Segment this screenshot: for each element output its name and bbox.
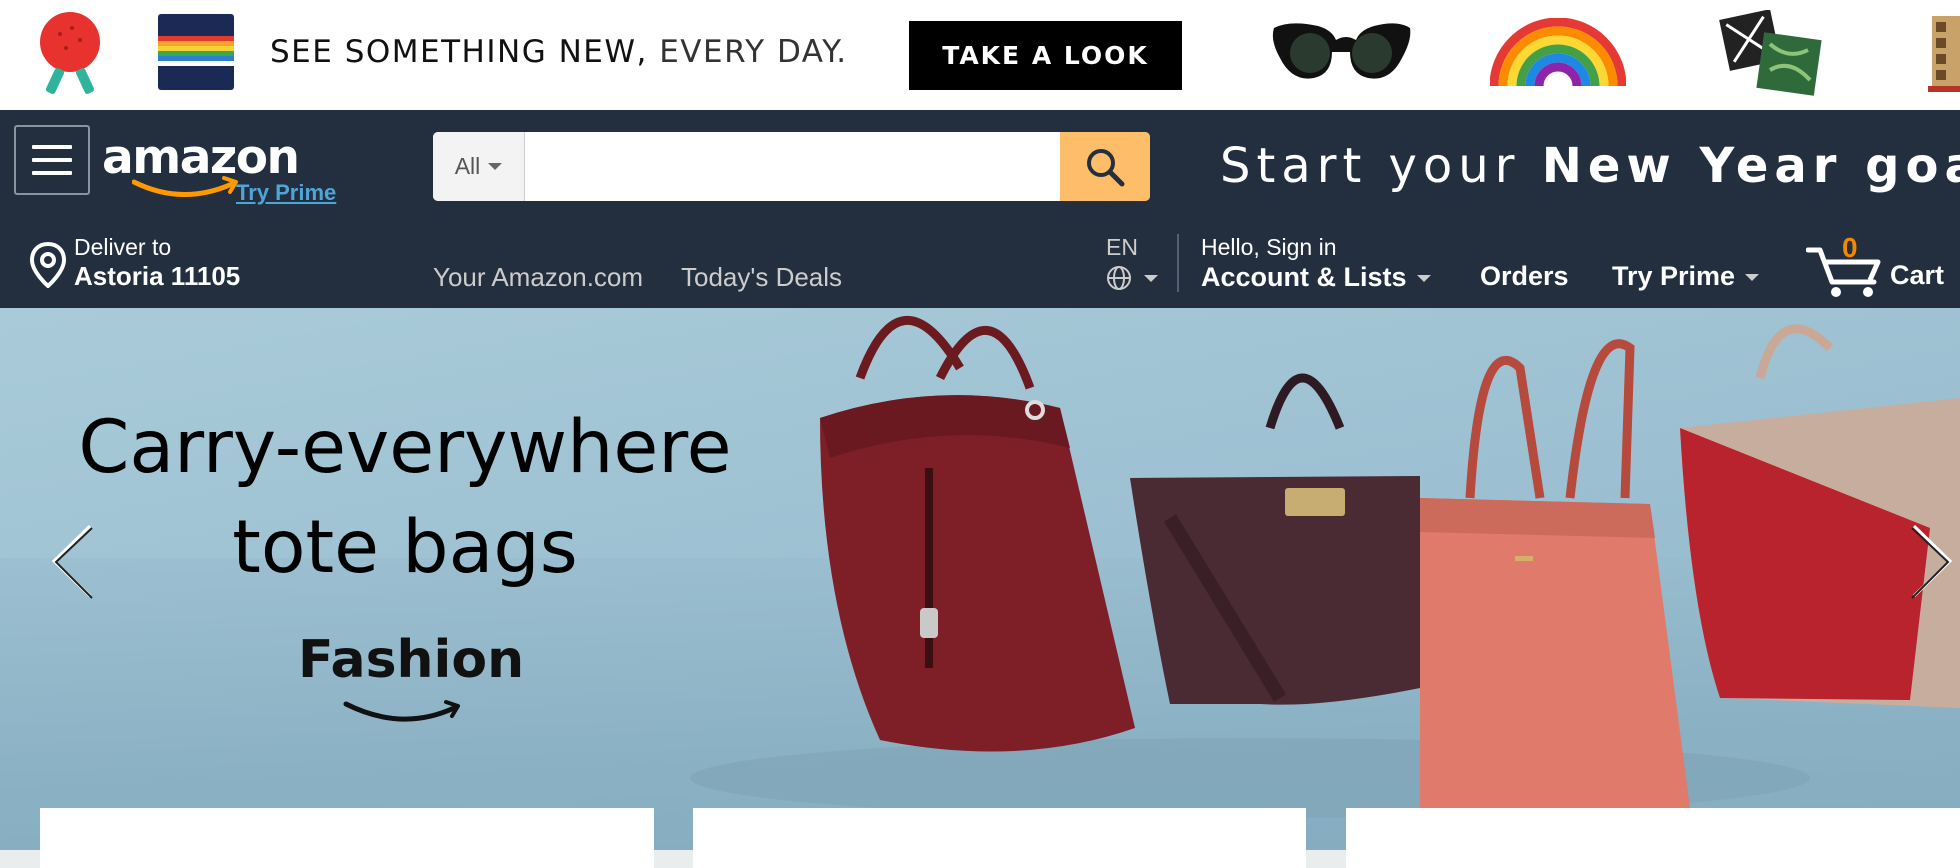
nav-header: amazon Try Prime All Start your New Year… bbox=[0, 110, 1960, 220]
nav-divider bbox=[1177, 234, 1179, 292]
chevron-left-icon[interactable] bbox=[44, 516, 104, 606]
chevron-right-icon[interactable] bbox=[1900, 516, 1960, 606]
promo-headline: SEE SOMETHING NEW, EVERY DAY. bbox=[270, 34, 848, 70]
search-bar: All bbox=[433, 132, 1150, 201]
striped-towel-product-image[interactable] bbox=[158, 14, 234, 90]
cart-count: 0 bbox=[1842, 232, 1858, 263]
deliver-to-label: Deliver to bbox=[74, 234, 172, 260]
account-greeting: Hello, Sign in bbox=[1201, 234, 1337, 260]
pillows-product-image[interactable] bbox=[1718, 10, 1826, 96]
deliver-location: Astoria 11105 bbox=[74, 261, 241, 291]
nav-subheader: Deliver to Astoria 11105 Your Amazon.com… bbox=[0, 220, 1960, 308]
chevron-down-icon bbox=[1416, 275, 1431, 283]
location-pin-icon bbox=[30, 242, 66, 288]
promo-banner[interactable]: SEE SOMETHING NEW, EVERY DAY. TAKE A LOO… bbox=[0, 0, 1960, 110]
paddle-product-image[interactable] bbox=[30, 8, 110, 98]
globe-icon bbox=[1107, 266, 1131, 290]
hero-title-line1: Carry-everywhere bbox=[78, 405, 732, 490]
amazon-logo[interactable]: amazon Try Prime bbox=[102, 120, 342, 210]
content-card[interactable] bbox=[1346, 808, 1960, 868]
hero-carousel[interactable]: Carry-everywhere tote bags Fashion bbox=[0, 308, 1960, 850]
chevron-down-icon bbox=[488, 163, 503, 170]
content-card[interactable] bbox=[693, 808, 1306, 868]
search-input[interactable] bbox=[525, 132, 1060, 201]
try-prime-menu[interactable]: Try Prime bbox=[1612, 261, 1760, 292]
chevron-down-icon bbox=[1144, 274, 1158, 282]
hero-title-line2: tote bags bbox=[232, 505, 578, 590]
promo-headline-bold: SEE SOMETHING NEW, bbox=[270, 34, 648, 70]
account-label: Account & Lists bbox=[1201, 262, 1407, 292]
account-menu[interactable]: Hello, Sign in Account & Lists bbox=[1201, 234, 1431, 293]
nav-link-your-amazon[interactable]: Your Amazon.com bbox=[433, 262, 643, 293]
hero-title: Carry-everywhere tote bags bbox=[0, 398, 810, 598]
magnifier-icon bbox=[1087, 148, 1125, 186]
chevron-down-icon bbox=[1745, 274, 1760, 282]
sunglasses-product-image[interactable] bbox=[1270, 18, 1412, 88]
search-button[interactable] bbox=[1060, 132, 1150, 201]
amazon-smile-icon bbox=[343, 700, 460, 722]
amazon-smile-icon bbox=[132, 176, 238, 197]
cart-button[interactable]: 0 Cart bbox=[1806, 232, 1956, 302]
try-prime-link[interactable]: Try Prime bbox=[236, 180, 336, 206]
language-selector[interactable]: EN bbox=[1106, 234, 1158, 291]
deliver-to-location[interactable]: Deliver to Astoria 11105 bbox=[30, 234, 240, 292]
rainbow-product-image[interactable] bbox=[1490, 18, 1626, 88]
slogan-bold: New Year goals bbox=[1541, 138, 1960, 194]
hero-brand: Fashion bbox=[298, 630, 525, 690]
promo-headline-light: EVERY DAY. bbox=[647, 34, 848, 70]
orders-link[interactable]: Orders bbox=[1480, 261, 1569, 292]
new-year-promo-slogan[interactable]: Start your New Year goals bbox=[1220, 138, 1960, 194]
search-category-dropdown[interactable]: All bbox=[433, 132, 525, 201]
language-code: EN bbox=[1106, 234, 1138, 260]
content-card[interactable] bbox=[40, 808, 654, 868]
take-a-look-button[interactable]: TAKE A LOOK bbox=[909, 21, 1182, 90]
game-board-product-image[interactable] bbox=[1928, 14, 1960, 94]
nav-link-todays-deals[interactable]: Today's Deals bbox=[681, 262, 842, 293]
search-category-label: All bbox=[454, 153, 481, 179]
cart-label: Cart bbox=[1890, 260, 1945, 290]
hamburger-menu-icon[interactable] bbox=[14, 125, 90, 195]
try-prime-label: Try Prime bbox=[1612, 261, 1736, 291]
slogan-regular: Start your bbox=[1220, 138, 1542, 194]
